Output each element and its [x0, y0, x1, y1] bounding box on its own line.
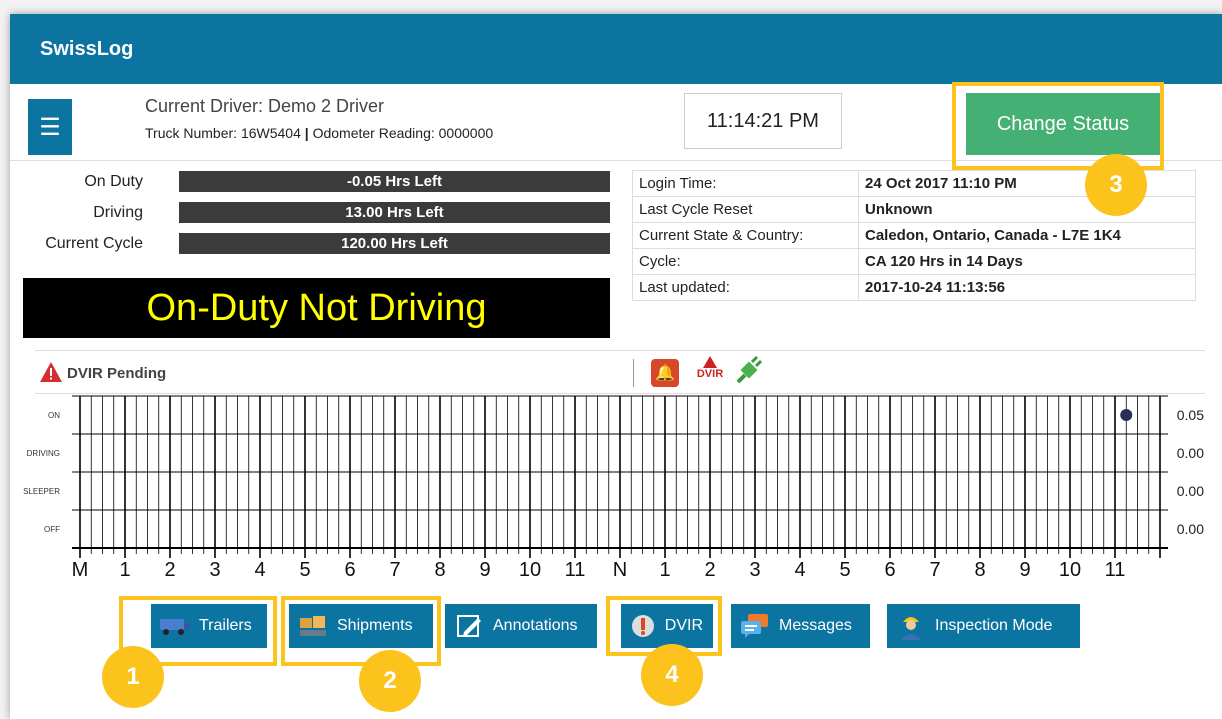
table-row: Current State & Country: Caledon, Ontario… — [632, 222, 1196, 249]
row-label: SLEEPER — [23, 487, 60, 496]
dvir-alert-icon[interactable]: DVIR — [695, 356, 725, 388]
info-key: Cycle: — [632, 248, 859, 275]
hour-label: 6 — [884, 559, 895, 581]
hour-label: 6 — [344, 559, 355, 581]
hour-label: 4 — [794, 559, 805, 581]
info-value: CA 120 Hrs in 14 Days — [858, 248, 1196, 275]
hour-label: 11 — [1105, 559, 1126, 581]
current-cycle-label: Current Cycle — [45, 235, 143, 252]
info-value: 2017-10-24 11:13:56 — [858, 274, 1196, 301]
truck-number: Truck Number: 16W5404 — [145, 125, 301, 141]
clock: 11:14:21 PM — [684, 93, 842, 149]
table-row: Last updated: 2017-10-24 11:13:56 — [632, 274, 1196, 301]
info-key: Current State & Country: — [632, 222, 859, 249]
hour-label: 4 — [254, 559, 265, 581]
truck-odometer: Truck Number: 16W5404 | Odometer Reading… — [145, 125, 493, 141]
pencil-note-icon — [453, 613, 485, 639]
info-key: Last Cycle Reset — [632, 196, 859, 223]
hour-label: 11 — [565, 559, 586, 581]
current-cycle-hours-bar: 120.00 Hrs Left — [179, 233, 610, 254]
hour-label: 5 — [839, 559, 850, 581]
callout-badge-1: 1 — [102, 646, 164, 708]
hour-label: 9 — [1019, 559, 1030, 581]
odometer-reading: Odometer Reading: 0000000 — [312, 125, 494, 141]
divider — [633, 359, 634, 387]
row-label: DRIVING — [27, 449, 60, 458]
inspection-mode-label: Inspection Mode — [935, 617, 1053, 634]
hour-label: N — [613, 559, 627, 581]
dvir-alert-icon-label: DVIR — [696, 368, 724, 380]
info-value: Caledon, Ontario, Canada - L7E 1K4 — [858, 222, 1196, 249]
bell-icon[interactable]: 🔔 — [651, 359, 679, 387]
hour-label: 2 — [164, 559, 175, 581]
hamburger-menu-icon[interactable]: ☰ — [28, 99, 72, 155]
messages-label: Messages — [779, 617, 852, 634]
row-total: 0.00 — [1177, 483, 1204, 499]
driving-hours-bar: 13.00 Hrs Left — [179, 202, 610, 223]
inspector-icon — [895, 613, 927, 640]
row-label: OFF — [44, 525, 60, 534]
callout-badge-4: 4 — [641, 644, 703, 706]
plug-icon[interactable] — [732, 356, 762, 388]
callout-badge-3: 3 — [1085, 154, 1147, 216]
current-status-dot — [1120, 409, 1133, 421]
hour-label: 1 — [119, 559, 130, 581]
hour-label: 10 — [1059, 559, 1081, 581]
hour-label: 5 — [299, 559, 310, 581]
hour-label: 8 — [434, 559, 445, 581]
info-key: Last updated: — [632, 274, 859, 301]
on-duty-label: On Duty — [84, 173, 143, 190]
hour-label: 7 — [929, 559, 940, 581]
annotations-label: Annotations — [493, 617, 578, 634]
hour-label: 3 — [209, 559, 220, 581]
hour-label: 10 — [519, 559, 541, 581]
inspection-mode-button[interactable]: Inspection Mode — [887, 604, 1080, 648]
hour-label: 1 — [659, 559, 670, 581]
hour-label: 8 — [974, 559, 985, 581]
driving-label: Driving — [93, 204, 143, 221]
app-title: SwissLog — [40, 38, 134, 60]
hour-label: 7 — [389, 559, 400, 581]
annotations-button[interactable]: Annotations — [445, 604, 597, 648]
current-driver: Current Driver: Demo 2 Driver — [145, 96, 385, 116]
callout-highlight-shipments — [281, 596, 441, 666]
callout-badge-2: 2 — [359, 650, 421, 712]
messages-icon — [739, 613, 771, 639]
hour-label: M — [72, 559, 89, 581]
top-bar: SwissLog — [10, 14, 1222, 84]
table-row: Cycle: CA 120 Hrs in 14 Days — [632, 248, 1196, 275]
hour-label: 3 — [749, 559, 760, 581]
hour-label: 9 — [479, 559, 490, 581]
warning-icon — [40, 362, 62, 382]
app-window: SwissLog ☰ Current Driver: Demo 2 Driver… — [10, 14, 1222, 719]
row-total: 0.00 — [1177, 521, 1204, 537]
row-total: 0.00 — [1177, 445, 1204, 461]
duty-log-chart: ON DRIVING SLEEPER OFF 0.05 0.00 0.00 0.00 M 1 2 3 4… — [23, 395, 1204, 581]
messages-button[interactable]: Messages — [731, 604, 870, 648]
callout-highlight-change-status — [952, 82, 1164, 170]
info-value: Unknown — [858, 196, 1196, 223]
on-duty-hours-bar: -0.05 Hrs Left — [179, 171, 610, 192]
info-key: Login Time: — [632, 170, 859, 197]
dvir-pending-label: DVIR Pending — [67, 365, 167, 382]
row-total: 0.05 — [1177, 407, 1204, 423]
separator: | — [304, 125, 309, 141]
duty-status-display: On-Duty Not Driving — [23, 278, 610, 338]
row-label: ON — [48, 411, 60, 420]
hour-label: 2 — [704, 559, 715, 581]
